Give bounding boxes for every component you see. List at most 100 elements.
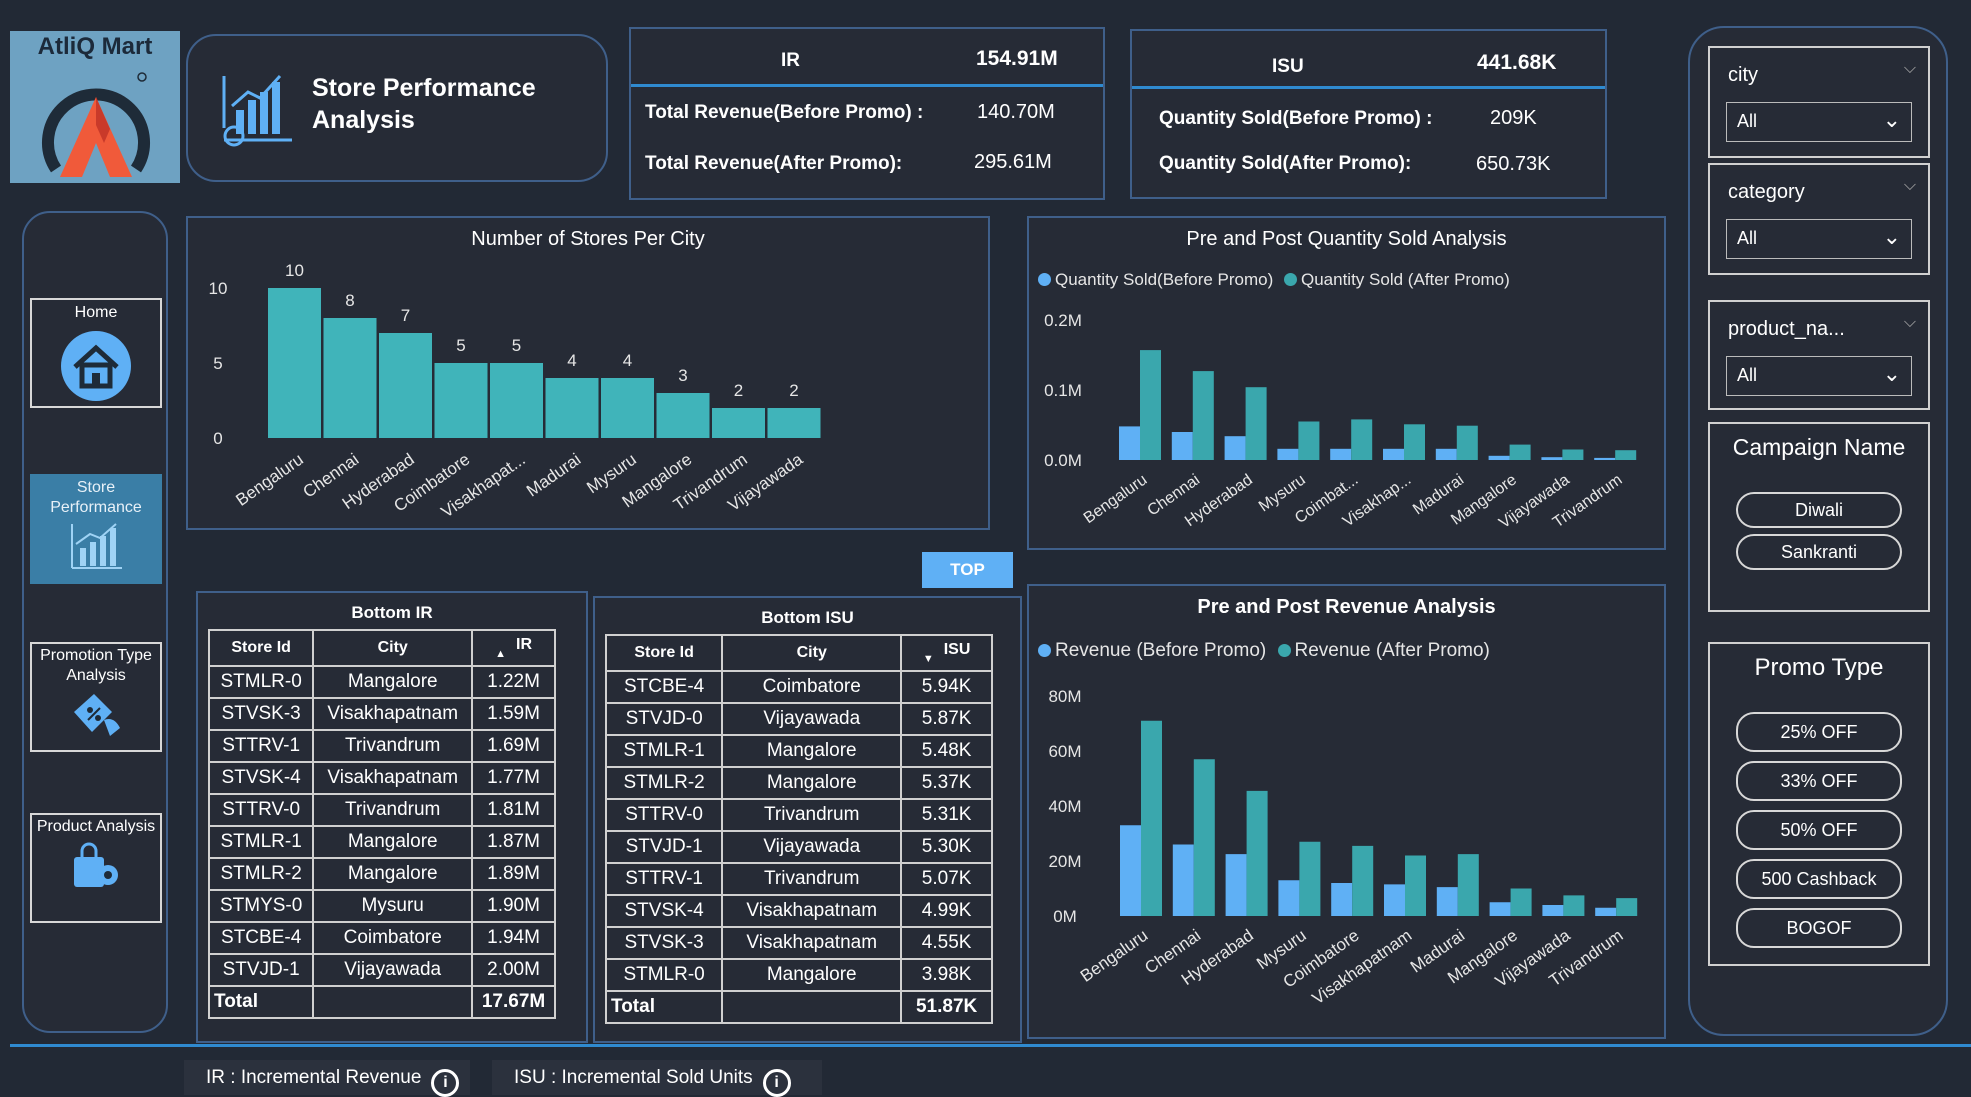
isu-kpi-value: 441.68K — [1477, 51, 1557, 74]
bar — [1140, 350, 1161, 460]
page-title-card: Store Performance Analysis — [186, 34, 608, 182]
qty-before-value: 209K — [1490, 107, 1537, 129]
isu-header-store-id[interactable]: Store Id — [604, 634, 724, 672]
chevron-down-icon[interactable]: ⌵ — [1904, 60, 1916, 78]
ir-table-row[interactable]: STMLR-1 Mangalore 1.87M — [207, 825, 556, 859]
info-icon[interactable]: i — [762, 1069, 791, 1097]
ir-cell: 2.00M — [471, 953, 556, 987]
bar — [1510, 888, 1532, 916]
x-tick-label: Bengaluru — [1081, 471, 1151, 527]
bar — [1120, 825, 1141, 916]
bar — [1298, 421, 1320, 460]
ir-cell: STMLR-2 — [207, 857, 315, 891]
isu-table-row[interactable]: STTRV-1 Trivandrum 5.07K — [604, 862, 993, 896]
bar — [1384, 884, 1405, 916]
ir-cell: 1.89M — [471, 857, 556, 891]
isu-cell: Visakhapatnam — [721, 926, 903, 960]
isu-cell: 5.07K — [900, 862, 993, 896]
data-label: 3 — [678, 366, 687, 385]
promo-25-off-button[interactable]: 25% OFF — [1736, 712, 1902, 752]
ir-header-ir-label: IR — [516, 636, 532, 653]
isu-cell: Trivandrum — [721, 862, 903, 896]
nav-store-performance-label: Store Performance — [50, 479, 142, 516]
top-toggle-button[interactable]: TOP — [922, 552, 1013, 588]
isu-table-row[interactable]: STMLR-1 Mangalore 5.48K — [604, 734, 993, 768]
bar — [1594, 457, 1616, 460]
isu-table-row[interactable]: STMLR-2 Mangalore 5.37K — [604, 766, 993, 800]
stores-per-city-chart-panel: Number of Stores Per City 0 5 10 10 Bengalur… — [186, 216, 990, 530]
isu-header-city[interactable]: City — [721, 634, 903, 672]
ir-total-value: 17.67M — [471, 985, 556, 1019]
bar — [1278, 880, 1300, 916]
isu-header-isu[interactable]: ▼ ISU — [900, 634, 993, 672]
isu-table-row[interactable]: STVSK-4 Visakhapatnam 4.99K — [604, 894, 993, 928]
ir-cell: 1.77M — [471, 761, 556, 795]
promo-bogof-button[interactable]: BOGOF — [1736, 908, 1902, 948]
ir-header-ir[interactable]: ▲ IR — [471, 629, 556, 667]
atliq-mart-logo: AtliQ Mart — [10, 31, 180, 183]
product-icon — [74, 842, 118, 887]
ir-cell: STMLR-1 — [207, 825, 315, 859]
bar — [1351, 419, 1373, 460]
isu-cell: Visakhapatnam — [721, 894, 903, 928]
bar — [545, 378, 599, 438]
isu-table-row[interactable]: STTRV-0 Trivandrum 5.31K — [604, 798, 993, 832]
bar — [1193, 759, 1215, 916]
promo-type-slicer: Promo Type 25% OFF 33% OFF 50% OFF 500 C… — [1708, 642, 1930, 966]
nav-promotion-type-button[interactable]: Promotion Type Analysis — [30, 642, 162, 752]
nav-promotion-type-label: Promotion Type Analysis — [40, 647, 152, 684]
isu-cell: STCBE-4 — [604, 670, 724, 704]
campaign-sankranti-button[interactable]: Sankranti — [1736, 534, 1902, 570]
ir-table-row[interactable]: STMYS-0 Mysuru 1.90M — [207, 889, 556, 923]
bar — [1435, 448, 1457, 460]
ir-cell: STCBE-4 — [207, 921, 315, 955]
product-dropdown[interactable]: All ⌄ — [1726, 356, 1912, 396]
info-icon[interactable]: i — [431, 1069, 460, 1097]
isu-cell: 4.55K — [900, 926, 993, 960]
chevron-down-icon[interactable]: ⌵ — [1904, 177, 1916, 195]
ir-table-row[interactable]: STTRV-0 Trivandrum 1.81M — [207, 793, 556, 827]
isu-cell: STVJD-0 — [604, 702, 724, 736]
ir-header-city[interactable]: City — [312, 629, 474, 667]
ir-table-row[interactable]: STVJD-1 Vijayawada 2.00M — [207, 953, 556, 987]
revenue-before-label: Total Revenue(Before Promo) : — [645, 102, 924, 123]
ir-table-row[interactable]: STMLR-0 Mangalore 1.22M — [207, 665, 556, 699]
ir-table-row[interactable]: STTRV-1 Trivandrum 1.69M — [207, 729, 556, 763]
y-tick-label: 60M — [1048, 742, 1081, 761]
campaign-diwali-button[interactable]: Diwali — [1736, 492, 1902, 528]
isu-table-row[interactable]: STVJD-0 Vijayawada 5.87K — [604, 702, 993, 736]
ir-table-row[interactable]: STVSK-4 Visakhapatnam 1.77M — [207, 761, 556, 795]
nav-product-analysis-button[interactable]: Product Analysis — [30, 813, 162, 923]
ir-table-row[interactable]: STCBE-4 Coimbatore 1.94M — [207, 921, 556, 955]
bottom-ir-panel: Bottom IR Store Id City ▲IR STMLR-0 Manga… — [196, 591, 588, 1043]
promo-500-cashback-button[interactable]: 500 Cashback — [1736, 859, 1902, 899]
data-label: 5 — [456, 336, 465, 355]
chevron-down-icon[interactable]: ⌵ — [1904, 314, 1916, 332]
ir-kpi-label: IR — [781, 50, 800, 71]
category-dropdown[interactable]: All ⌄ — [1726, 219, 1912, 259]
isu-table-row[interactable]: STMLR-0 Mangalore 3.98K — [604, 958, 993, 992]
bar — [1277, 448, 1299, 460]
nav-home-button[interactable]: Home — [30, 298, 162, 408]
quantity-sold-chart: 0.0M0.1M0.2MBengaluruChennaiHyderabad Mys… — [1044, 311, 1637, 532]
bar — [1192, 371, 1214, 460]
brand-name: AtliQ Mart — [37, 33, 153, 60]
isu-table-row[interactable]: STVJD-1 Vijayawada 5.30K — [604, 830, 993, 864]
promo-33-off-button[interactable]: 33% OFF — [1736, 761, 1902, 801]
city-dropdown[interactable]: All ⌄ — [1726, 102, 1912, 142]
isu-table-row[interactable]: STCBE-4 Coimbatore 5.94K — [604, 670, 993, 704]
bar — [1245, 387, 1267, 460]
revenue-before-value: 140.70M — [977, 101, 1055, 123]
city-dropdown-value: All — [1737, 111, 1758, 131]
ir-table-row[interactable]: STVSK-3 Visakhapatnam 1.59M — [207, 697, 556, 731]
bar — [268, 288, 321, 438]
isu-cell: STMLR-2 — [604, 766, 724, 800]
quantity-sold-chart-panel: Pre and Post Quantity Sold Analysis Quan… — [1027, 216, 1666, 550]
bar — [1562, 449, 1584, 460]
isu-footnote-text: ISU : Incremental Sold Units — [514, 1067, 753, 1088]
isu-table-row[interactable]: STVSK-3 Visakhapatnam 4.55K — [604, 926, 993, 960]
promo-50-off-button[interactable]: 50% OFF — [1736, 810, 1902, 850]
nav-store-performance-button[interactable]: Store Performance — [30, 474, 162, 584]
ir-header-store-id[interactable]: Store Id — [207, 629, 315, 667]
ir-table-row[interactable]: STMLR-2 Mangalore 1.89M — [207, 857, 556, 891]
